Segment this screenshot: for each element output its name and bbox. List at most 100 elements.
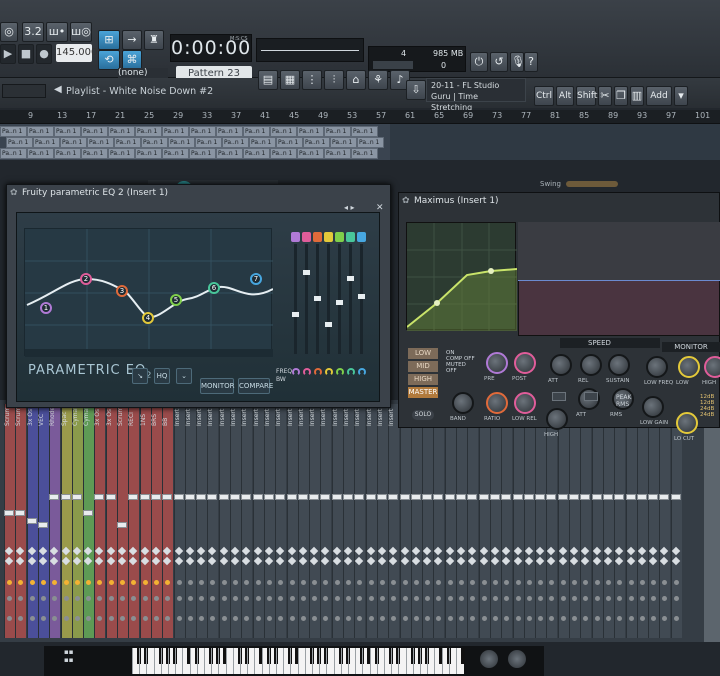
mixer-fader[interactable] [105,494,116,500]
eq-band-cap[interactable] [302,232,311,242]
playlist-clip[interactable]: Pa..n 1 [249,137,276,148]
playlist-clip[interactable]: Pa..n 1 [81,126,108,137]
playlist-clip[interactable]: Pa..n 1 [324,148,351,159]
eq-freq-knob[interactable] [347,368,355,376]
playlist-clip[interactable]: Pa..n 1 [162,148,189,159]
mixer-led-icon[interactable] [413,580,419,585]
mixer-fader[interactable] [37,522,48,528]
maximus-knob[interactable] [676,412,698,434]
swing-slider[interactable] [566,181,618,187]
maximus-knob[interactable] [514,352,536,374]
playlist-clip[interactable]: Pa..n 1 [351,126,378,137]
mixer-led-icon[interactable] [300,616,306,621]
eq-node[interactable]: 2 [80,273,92,285]
mixer-fader[interactable] [184,494,195,500]
mixer-led-icon[interactable] [334,596,340,601]
mixer-strip[interactable] [173,404,185,638]
eq-freq-knob[interactable] [314,368,322,376]
mixer-led-icon[interactable] [255,616,261,621]
view-piano-roll-icon[interactable]: ▦ [280,70,300,90]
mixer-led-icon[interactable] [266,580,272,585]
stop-button[interactable]: ■ [18,44,34,64]
mixer-fader[interactable] [252,494,263,500]
record-icon[interactable]: ◎ [0,22,18,42]
mixer-strip[interactable] [15,404,27,638]
mixer-led-icon[interactable] [515,616,521,621]
mixer-strip[interactable] [659,404,671,638]
solo-button[interactable]: SOLO [412,410,434,420]
playlist-clip[interactable]: Pa..n 1 [108,148,135,159]
eq-band-slider[interactable] [360,244,363,354]
mixer-led-icon[interactable] [368,580,374,585]
mixer-strip[interactable] [297,404,309,638]
mixer-fader[interactable] [94,494,105,500]
mixer-fader[interactable] [162,494,173,500]
cut-icon[interactable]: ✂ [598,86,612,106]
mixer-strip[interactable] [648,404,660,638]
keyboard-dots-icon[interactable]: ▪▪ ▪▪ [64,648,74,664]
playlist-clip[interactable]: Pa..n 1 [162,126,189,137]
mixer-strip[interactable] [365,404,377,638]
mixer-led-icon[interactable] [221,616,227,621]
mixer-led-icon[interactable] [560,616,566,621]
mixer-led-icon[interactable] [7,616,12,621]
mixer-led-icon[interactable] [255,580,261,585]
playlist-clip[interactable]: Pa..n 1 [54,126,81,137]
eq-node[interactable]: 1 [40,302,52,314]
playlist-clip[interactable]: Pa..n 1 [357,137,384,148]
playlist-clip[interactable]: Pa..n 1 [243,126,270,137]
mixer-strip[interactable] [71,404,83,638]
mixer-fader[interactable] [60,494,71,500]
mixer-led-icon[interactable] [526,580,532,585]
eq-node[interactable]: 7 [250,273,262,285]
playlist-clip[interactable]: Pa..n 1 [216,126,243,137]
mixer-led-icon[interactable] [29,580,35,585]
mixer-led-icon[interactable] [572,580,577,585]
mixer-led-icon[interactable] [266,596,272,601]
mixer-fader[interactable] [4,510,14,516]
mixer-led-icon[interactable] [233,596,238,601]
add-menu[interactable]: Add [646,86,672,106]
mixer-led-icon[interactable] [413,596,419,601]
mixer-led-icon[interactable] [7,596,12,601]
mixer-led-icon[interactable] [153,596,159,601]
mixer-fader[interactable] [128,494,139,500]
eq-freq-knob[interactable] [336,368,344,376]
mixer-led-icon[interactable] [492,580,498,585]
eq-slider-handle[interactable] [347,276,354,281]
maximus-curve-svg[interactable] [406,223,518,331]
mixer-fader[interactable] [331,494,342,500]
view-channel-rack-icon[interactable]: ⋮ [302,70,322,90]
mixer-fader[interactable] [286,494,297,500]
mixer-fader[interactable] [309,494,320,500]
mixer-led-icon[interactable] [515,580,521,585]
mixer-led-icon[interactable] [402,596,408,601]
mixer-led-icon[interactable] [526,596,532,601]
mixer-strip[interactable] [320,404,332,638]
arrow-up-button[interactable] [552,392,566,401]
window-menu-icon-2[interactable]: ✿ [402,196,410,206]
eq-band-cap[interactable] [346,232,355,242]
maximus-knob[interactable] [580,354,602,376]
mixer-strip[interactable] [569,404,580,638]
playlist-clip[interactable]: Pa..n 1 [135,126,162,137]
mixer-led-icon[interactable] [108,616,114,621]
mixer-led-icon[interactable] [346,580,351,585]
mixer-led-icon[interactable] [413,616,419,621]
mixer-strip[interactable] [150,404,162,638]
eq-band-slider[interactable] [349,244,352,354]
mixer-strip[interactable] [580,404,592,638]
mixer-fader[interactable] [26,518,37,524]
playlist-clip[interactable]: Pa..n 1 [195,137,222,148]
mixer-fader[interactable] [354,494,365,500]
maximus-knob[interactable] [546,408,568,430]
playlist-clip[interactable]: Pa..n 1 [243,148,270,159]
playlist-clip[interactable]: Pa..n 1 [60,137,87,148]
mixer-fader[interactable] [117,522,127,528]
mixer-led-icon[interactable] [673,596,679,601]
mixer-led-icon[interactable] [346,596,351,601]
mixer-strip[interactable] [263,404,275,638]
eq-band-cap[interactable] [313,232,322,242]
snap-value[interactable]: 3.2 [22,22,44,42]
mixer-led-icon[interactable] [673,616,679,621]
